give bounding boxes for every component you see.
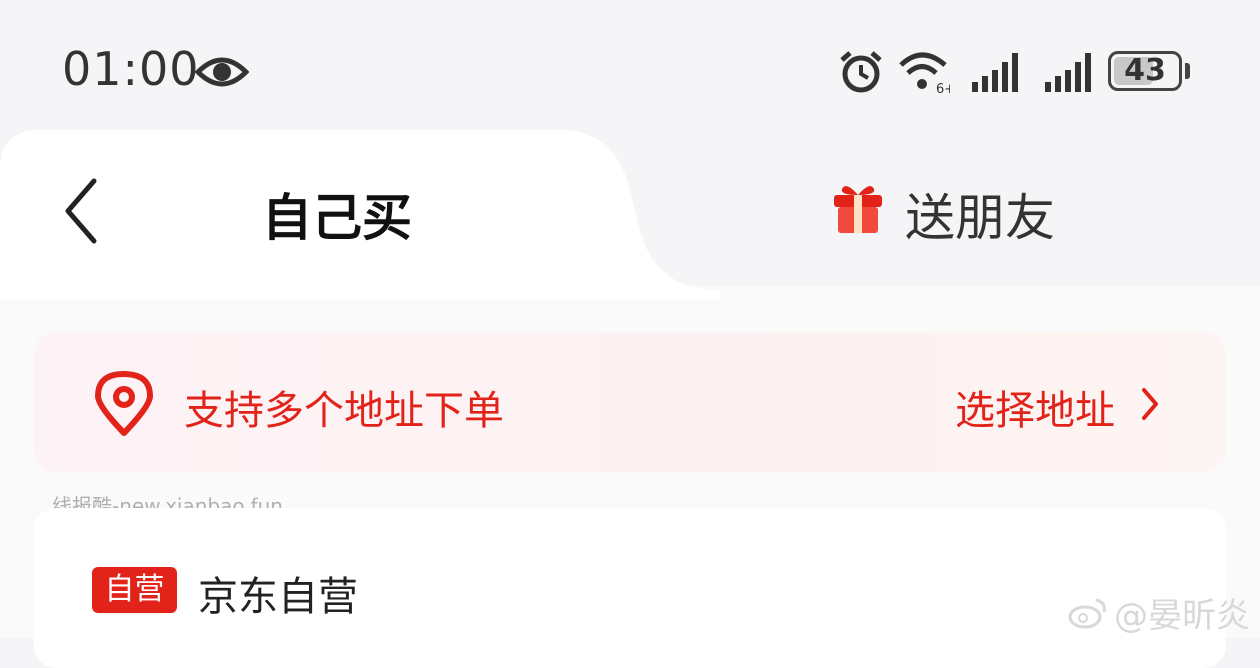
tab-self-label[interactable]: 自己买: [262, 178, 412, 250]
battery-cap: [1185, 63, 1190, 79]
gift-icon: [834, 186, 882, 233]
eye-icon: [195, 57, 249, 87]
select-address-button[interactable]: 选择地址: [955, 378, 1115, 436]
wifi-icon: 6+: [899, 52, 950, 94]
status-time: 01:00: [62, 42, 200, 96]
back-icon[interactable]: [62, 178, 98, 244]
battery-icon: 43: [1108, 51, 1182, 91]
battery-level: 43: [1124, 53, 1166, 88]
weibo-handle: @晏昕炎: [1114, 596, 1250, 636]
svg-text:6+: 6+: [936, 82, 950, 94]
signal-icon: [1045, 53, 1091, 92]
store-name: 京东自营: [198, 574, 358, 620]
address-tip: 支持多个地址下单: [184, 388, 504, 434]
chevron-right-icon[interactable]: [1140, 386, 1162, 422]
tab-friend-label[interactable]: 送朋友: [905, 178, 1055, 250]
signal-icon: [972, 53, 1018, 92]
status-bar: 01:00 6+ 43: [0, 0, 1260, 130]
alarm-icon: [840, 51, 882, 93]
weibo-icon: [1068, 598, 1106, 628]
location-pin-icon: [95, 371, 153, 436]
self-operated-badge: 自营: [92, 567, 177, 613]
weibo-watermark: @晏昕炎: [1068, 588, 1250, 637]
